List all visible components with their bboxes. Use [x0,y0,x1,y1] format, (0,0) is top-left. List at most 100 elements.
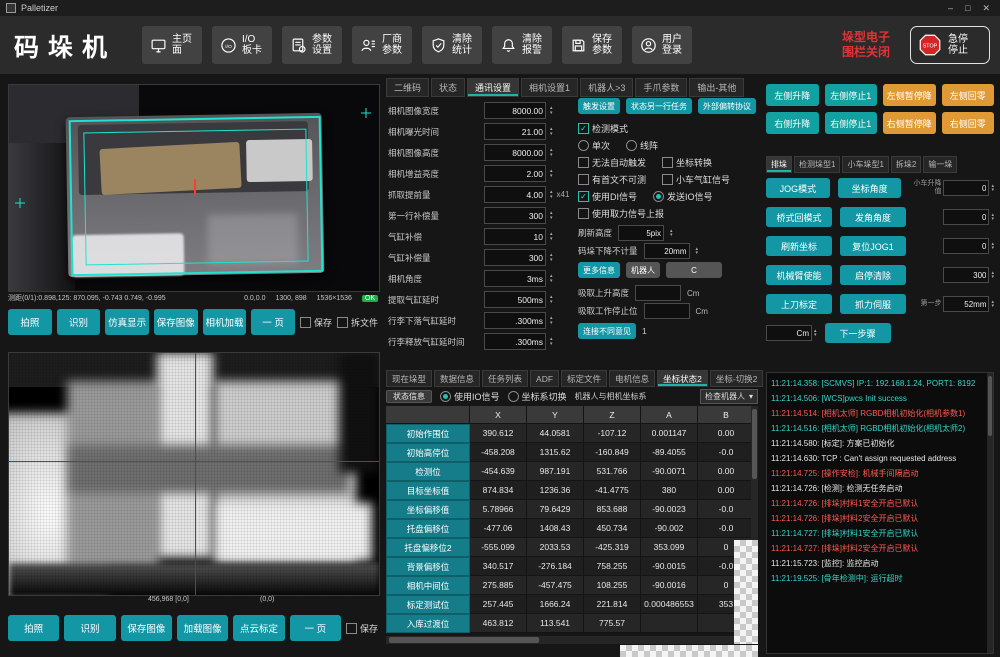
table-row-label[interactable]: 背景偏移位 [386,557,470,576]
param-top-button-2[interactable]: 外部偏转协议 [698,98,756,114]
stack-tab-3[interactable]: 拆垛2 [891,156,921,173]
param-mid-button-2[interactable]: C [666,262,722,278]
depth-button-2[interactable]: 保存图像 [121,615,172,641]
param-top-button-0[interactable]: 触发设置 [578,98,620,114]
stepper-arrows[interactable]: ▴▾ [550,337,553,346]
param-tab-6[interactable]: 输出-其他 [689,78,744,97]
param-input[interactable] [484,270,546,287]
small-field-input[interactable] [644,243,690,259]
coord-switch-radio[interactable]: 坐标系切换 [508,390,567,403]
close-button[interactable]: ✕ [982,3,990,14]
table-tab-6[interactable]: 坐标状态2 [657,370,708,387]
axis-button-2[interactable]: 左侧暂停降 [883,84,936,106]
param-tab-1[interactable]: 状态 [431,78,465,97]
toolbar-button-user[interactable]: 用户登录 [632,26,692,64]
table-row-label[interactable]: 初始高停位 [386,443,470,462]
depth-checkbox[interactable]: 保存 [346,622,378,635]
param-input[interactable] [484,144,546,161]
table-tab-3[interactable]: ADF [530,370,559,387]
depth-button-1[interactable]: 识别 [64,615,115,641]
stack-tab-4[interactable]: 输一垛 [923,156,957,173]
stepper-arrows[interactable]: ▴▾ [991,213,994,222]
stepper-arrows[interactable]: ▴▾ [550,253,553,262]
table-row-label[interactable]: 坐标偏移值 [386,500,470,519]
axis-button-7[interactable]: 右侧回零 [942,112,995,134]
toolbar-button-bell[interactable]: 清除报警 [492,26,552,64]
toolbar-button-monitor[interactable]: 主页面 [142,26,202,64]
status-info-button[interactable]: 状态信息 [386,390,432,403]
option-checkbox[interactable]: 小车气缸信号 [662,173,730,186]
stepper-arrows[interactable]: ▴▾ [991,300,994,309]
param-tab-3[interactable]: 相机设置1 [521,78,578,97]
stack-tab-2[interactable]: 小车垛型1 [842,156,888,173]
param-mid-button-1[interactable]: 机器人 [626,262,660,278]
stepper-arrows[interactable]: ▴▾ [550,316,553,325]
table-row-label[interactable]: 目标坐标值 [386,481,470,500]
stepper-input[interactable] [943,267,989,283]
table-row-label[interactable]: 初始作围位 [386,424,470,443]
small-field-input[interactable] [618,225,664,241]
scrollbar-thumb[interactable] [988,376,992,436]
cm-field-input[interactable] [635,285,681,301]
stepper-arrows[interactable]: ▴▾ [550,211,553,220]
stepper-arrows[interactable]: ▴▾ [550,106,553,115]
stepper-arrows[interactable]: ▴▾ [550,148,553,157]
stepper-arrows[interactable]: ▴▾ [814,329,817,338]
stepper-arrows[interactable]: ▴▾ [550,169,553,178]
toolbar-button-save[interactable]: 保存参数 [562,26,622,64]
toolbar-button-shield[interactable]: 清除统计 [422,26,482,64]
stack-tab-0[interactable]: 排垛 [766,156,792,173]
option-checkbox[interactable]: 使用取力信号上报 [578,207,664,220]
camera-button-5[interactable]: 一 页 [251,309,295,335]
camera-button-0[interactable]: 拍照 [8,309,52,335]
param-tab-5[interactable]: 手爪参数 [635,78,687,97]
table-row-label[interactable]: 标定测试位 [386,595,470,614]
stepper-input[interactable] [943,296,989,312]
toolbar-button-vendor[interactable]: 厂商参数 [352,26,412,64]
control-button[interactable]: 上刀标定 [766,294,832,314]
param-tab-0[interactable]: 二维码 [386,78,429,97]
emergency-stop-button[interactable]: STOP 急停停止 [910,26,990,64]
table-tab-2[interactable]: 任务列表 [482,370,528,387]
param-tab-4[interactable]: 机器人>3 [580,78,633,97]
control-button[interactable]: 下一步骤 [825,323,891,343]
option-checkbox[interactable]: 有首文不可测 [578,173,646,186]
scrollbar-thumb[interactable] [389,637,539,643]
control-button[interactable]: 刷新坐标 [766,236,832,256]
table-tab-0[interactable]: 现在垛型 [386,370,432,387]
stepper-arrows[interactable]: ▴▾ [670,229,673,238]
stack-tab-1[interactable]: 检测垛型1 [794,156,840,173]
option-checkbox[interactable]: ✓使用DI信号 [578,190,637,203]
stepper-arrows[interactable]: ▴▾ [991,242,994,251]
axis-button-4[interactable]: 右侧升降 [766,112,819,134]
minimize-button[interactable]: – [948,3,953,14]
table-row-label[interactable]: 托盘偏移位 [386,519,470,538]
stepper-arrows[interactable]: ▴▾ [550,232,553,241]
param-mid-button-0[interactable]: 更多信息 [578,262,620,278]
camera-button-1[interactable]: 识别 [57,309,101,335]
control-button[interactable]: 抓力伺服 [840,294,906,314]
option-radio[interactable]: 线阵 [626,139,658,152]
connect-opinion-button[interactable]: 连接不同意见 [578,323,636,339]
table-tab-5[interactable]: 电机信息 [609,370,655,387]
control-button[interactable]: 发角角度 [840,207,906,227]
control-button[interactable]: JOG模式 [766,178,830,198]
axis-button-5[interactable]: 右侧停止1 [825,112,878,134]
control-button[interactable]: 复位JOG1 [840,236,906,256]
param-tab-2[interactable]: 通讯设置 [467,78,519,97]
param-input[interactable] [484,207,546,224]
scrollbar-thumb[interactable] [752,409,757,479]
stepper-input[interactable] [766,325,812,341]
log-scrollbar[interactable] [987,373,993,653]
camera-checkbox[interactable]: 保存 [300,316,332,329]
option-checkbox[interactable]: ✓检测模式 [578,122,628,135]
depth-button-0[interactable]: 拍照 [8,615,59,641]
param-input[interactable] [484,312,546,329]
stepper-input[interactable] [943,180,989,196]
stepper-input[interactable] [943,238,989,254]
param-input[interactable] [484,228,546,245]
param-input[interactable] [484,333,546,350]
control-button[interactable]: 坐标角度 [838,178,902,198]
maximize-button[interactable]: □ [965,3,970,14]
control-button[interactable]: 启停清除 [840,265,906,285]
